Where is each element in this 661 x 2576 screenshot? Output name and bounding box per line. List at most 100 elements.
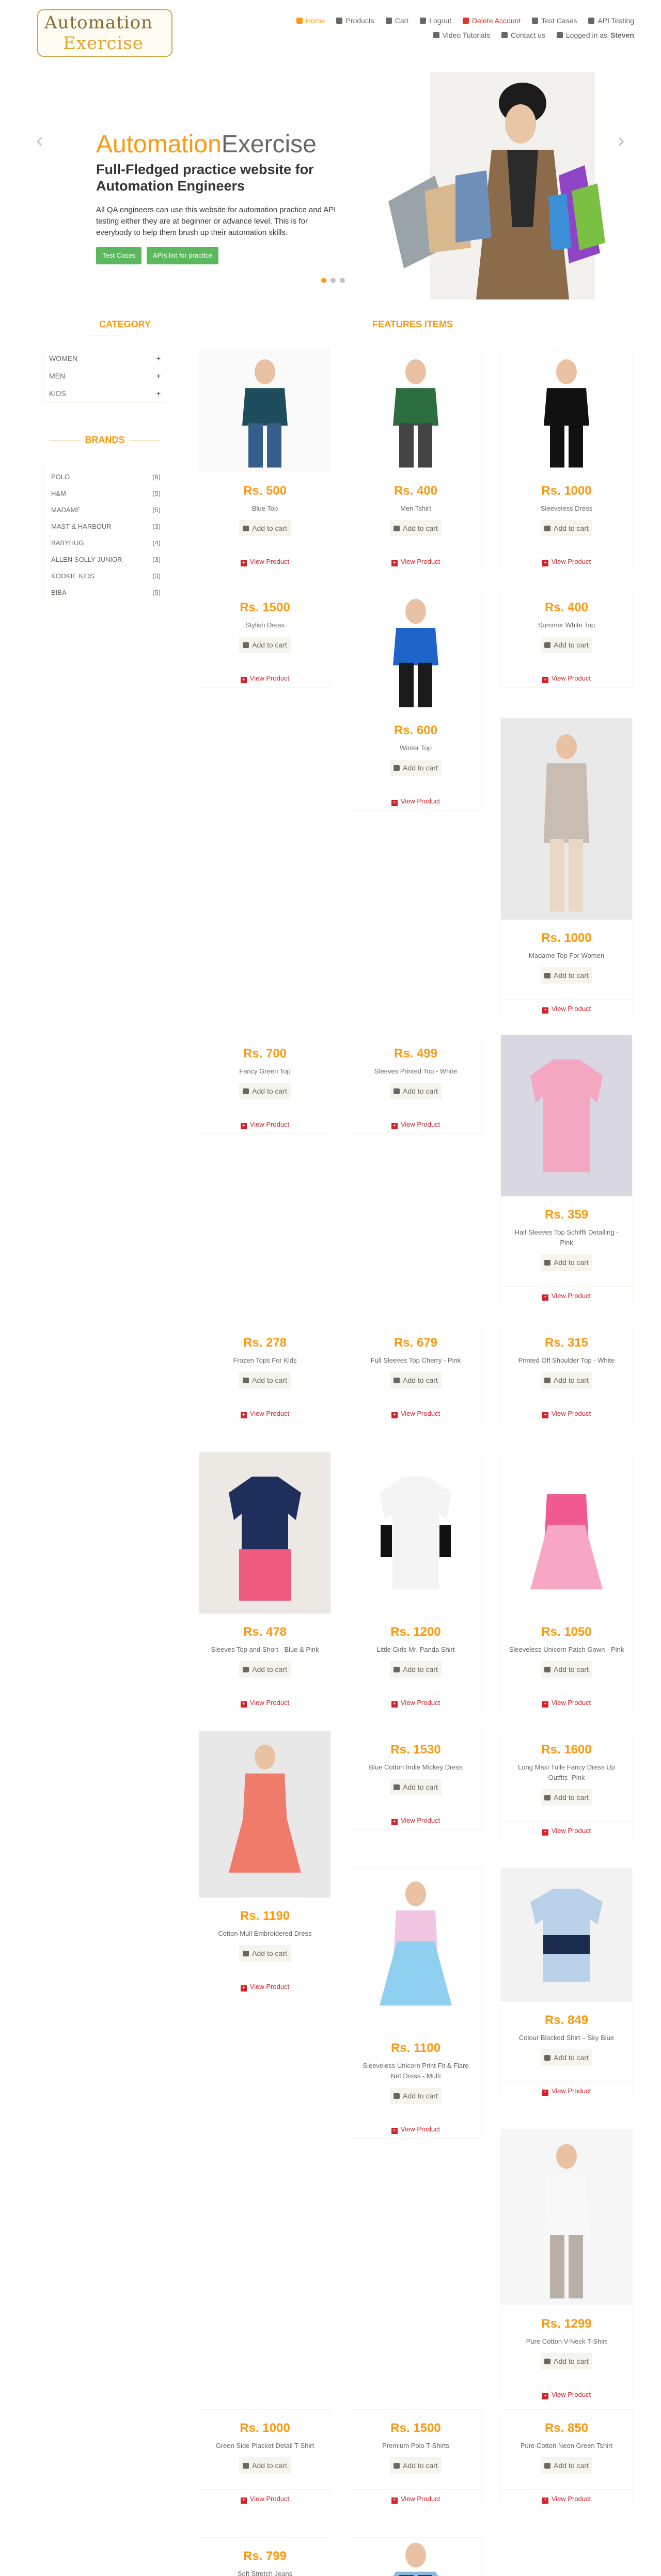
- view-product-link[interactable]: + View Product: [501, 669, 632, 687]
- view-product-link[interactable]: + View Product: [501, 1286, 632, 1305]
- add-to-cart-button[interactable]: Add to cart: [541, 1789, 592, 1806]
- plus-square-icon: +: [542, 1412, 548, 1418]
- view-product-link[interactable]: + View Product: [199, 1693, 330, 1712]
- brand-item[interactable]: Babyhug (4): [44, 534, 166, 551]
- product-name: Fancy Green Top: [239, 1067, 291, 1075]
- add-to-cart-button[interactable]: Add to cart: [239, 1945, 291, 1962]
- product-name: Sleeves Top and Short - Blue & Pink: [211, 1646, 319, 1653]
- add-to-cart-button[interactable]: Add to cart: [390, 1372, 442, 1388]
- view-product-link[interactable]: + View Product: [350, 2489, 481, 2508]
- add-to-cart-button[interactable]: Add to cart: [541, 967, 592, 984]
- add-to-cart-button[interactable]: Add to cart: [239, 1372, 291, 1388]
- view-product-link[interactable]: + View Product: [350, 1404, 481, 1423]
- add-to-cart-button[interactable]: Add to cart: [541, 637, 592, 653]
- view-product-link[interactable]: + View Product: [199, 1115, 330, 1133]
- add-to-cart-button[interactable]: Add to cart: [239, 637, 291, 653]
- view-product-link[interactable]: + View Product: [199, 1977, 330, 1996]
- add-to-cart-button[interactable]: Add to cart: [390, 2457, 442, 2474]
- view-product-link[interactable]: + View Product: [501, 2385, 632, 2404]
- add-to-cart-button[interactable]: Add to cart: [541, 1661, 592, 1678]
- view-product-link[interactable]: + View Product: [501, 1404, 632, 1423]
- slider-prev-button[interactable]: ‹: [36, 130, 49, 151]
- add-to-cart-button[interactable]: Add to cart: [541, 520, 592, 536]
- view-product-link[interactable]: + View Product: [501, 1693, 632, 1712]
- product-card: Rs. 850 Pure Cotton Neon Green Tshirt Add …: [500, 2409, 633, 2508]
- product-card: Rs. 1000 Madame Top For Women Add to cart +…: [500, 718, 633, 1018]
- product-image: [350, 1869, 481, 2030]
- nav-products[interactable]: Products: [336, 17, 374, 25]
- slider-dot[interactable]: [340, 278, 345, 283]
- add-to-cart-button[interactable]: Add to cart: [390, 1779, 442, 1795]
- product-name: Half Sleeves Top Schiffli Detailing - Pi…: [514, 1228, 619, 1246]
- brand-item[interactable]: Madame (5): [44, 501, 166, 518]
- add-to-cart-button[interactable]: Add to cart: [541, 2457, 592, 2474]
- nav-contact-us[interactable]: Contact us: [501, 31, 545, 39]
- add-to-cart-button[interactable]: Add to cart: [239, 520, 291, 536]
- add-to-cart-button[interactable]: Add to cart: [390, 520, 442, 536]
- brand-item[interactable]: Kookie Kids (3): [44, 567, 166, 584]
- nav-api-testing[interactable]: API Testing: [588, 17, 634, 25]
- nav-cart[interactable]: Cart: [385, 17, 408, 25]
- add-to-cart-button[interactable]: Add to cart: [239, 1661, 291, 1678]
- view-product-link[interactable]: + View Product: [199, 2489, 330, 2508]
- product-card: Rs. 1000 Green Side Placket Detail T-Shir…: [199, 2409, 331, 2508]
- add-to-cart-button[interactable]: Add to cart: [390, 1661, 442, 1678]
- add-to-cart-button[interactable]: Add to cart: [541, 2353, 592, 2369]
- view-product-link[interactable]: + View Product: [501, 1821, 632, 1840]
- brand-item[interactable]: Polo (6): [44, 468, 166, 485]
- view-product-link[interactable]: + View Product: [199, 552, 330, 571]
- add-to-cart-button[interactable]: Add to cart: [541, 2049, 592, 2066]
- add-to-cart-button[interactable]: Add to cart: [390, 1083, 442, 1099]
- nav-video-tutorials[interactable]: Video Tutorials: [433, 31, 490, 39]
- add-to-cart-button[interactable]: Add to cart: [541, 1372, 592, 1388]
- site-logo[interactable]: Automation Exercise: [37, 9, 172, 57]
- nav-test-cases[interactable]: Test Cases: [532, 17, 577, 25]
- view-product-link[interactable]: + View Product: [350, 1811, 481, 1829]
- brand-item[interactable]: H&M (5): [44, 485, 166, 501]
- plus-square-icon: +: [240, 1985, 247, 1992]
- view-product-link[interactable]: + View Product: [350, 2120, 481, 2138]
- product-card: Rs. 359 Half Sleeves Top Schiffli Detaili…: [500, 1035, 633, 1305]
- nav-home[interactable]: Home: [296, 17, 325, 25]
- add-to-cart-button[interactable]: Add to cart: [390, 2088, 442, 2104]
- view-product-link[interactable]: + View Product: [501, 999, 632, 1018]
- slider-next-button[interactable]: ›: [618, 130, 630, 151]
- view-product-link[interactable]: + View Product: [199, 1404, 330, 1423]
- plus-square-icon: +: [240, 1412, 247, 1418]
- slider-dot[interactable]: [330, 278, 336, 283]
- product-name: Madame Top For Women: [528, 952, 605, 959]
- view-product-link[interactable]: + View Product: [350, 1693, 481, 1712]
- product-image: [501, 2130, 632, 2305]
- product-name: Sleeveless Dress: [540, 504, 593, 512]
- hero-apis-list-button[interactable]: APIs list for practice: [147, 247, 218, 264]
- brand-item[interactable]: Allen Solly Junior (3): [44, 551, 166, 567]
- nav-logout[interactable]: Logout: [420, 17, 451, 25]
- view-product-link[interactable]: + View Product: [501, 2489, 632, 2508]
- site-header: Automation Exercise Home Products Cart L…: [0, 0, 661, 59]
- view-product-link[interactable]: + View Product: [350, 1115, 481, 1133]
- add-to-cart-button[interactable]: Add to cart: [541, 1254, 592, 1271]
- hero-test-cases-button[interactable]: Test Cases: [96, 247, 142, 264]
- view-product-link[interactable]: + View Product: [350, 552, 481, 571]
- view-product-link[interactable]: + View Product: [501, 552, 632, 571]
- add-to-cart-button[interactable]: Add to cart: [239, 1083, 291, 1099]
- view-product-link[interactable]: + View Product: [350, 792, 481, 810]
- product-price: Rs. 1200: [390, 1625, 441, 1639]
- category-men[interactable]: Men +: [44, 367, 166, 385]
- product-price: Rs. 500: [243, 484, 287, 498]
- product-price: Rs. 1000: [240, 2421, 290, 2435]
- view-product-link[interactable]: + View Product: [501, 2081, 632, 2100]
- slider-indicators: [321, 278, 345, 283]
- product-name: Long Maxi Tulle Fancy Dress Up Outfits -…: [518, 1763, 615, 1781]
- slider-dot[interactable]: [321, 278, 326, 283]
- nav-delete-account[interactable]: Delete Account: [463, 17, 521, 25]
- category-kids[interactable]: Kids +: [44, 385, 166, 402]
- product-name: Cotton Mull Embroidered Dress: [218, 1930, 312, 1937]
- plus-square-icon: +: [542, 1701, 548, 1708]
- brand-item[interactable]: Mast & Harbour (3): [44, 518, 166, 534]
- category-women[interactable]: Women +: [44, 350, 166, 367]
- add-to-cart-button[interactable]: Add to cart: [239, 2457, 291, 2474]
- view-product-link[interactable]: + View Product: [199, 669, 330, 687]
- brand-item[interactable]: Biba (5): [44, 584, 166, 600]
- add-to-cart-button[interactable]: Add to cart: [390, 760, 442, 776]
